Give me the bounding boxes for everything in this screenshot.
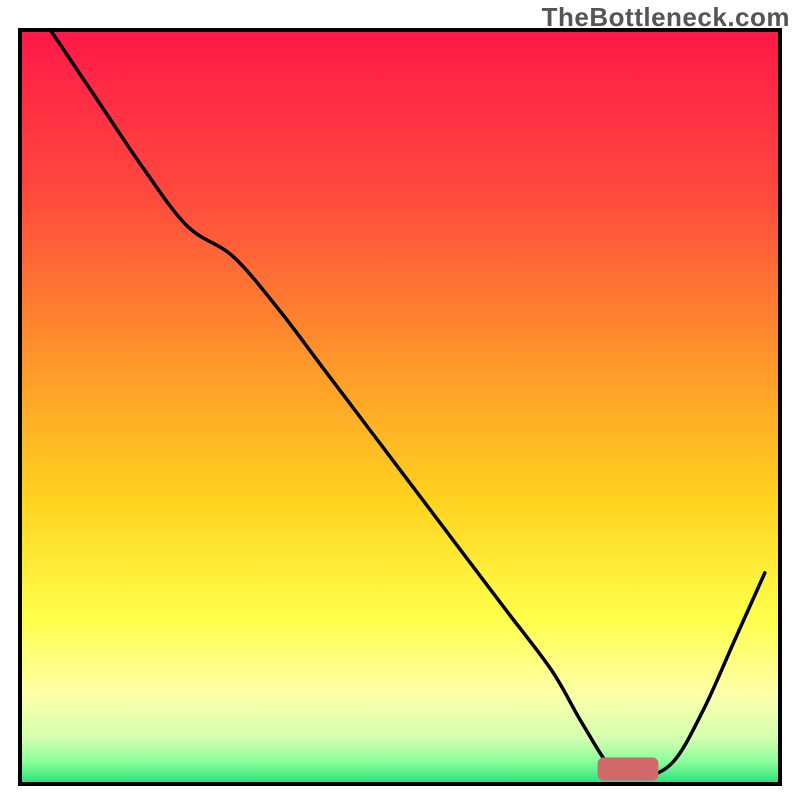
watermark-text: TheBottleneck.com xyxy=(542,2,790,33)
chart-root: TheBottleneck.com xyxy=(0,0,800,800)
plot-background xyxy=(20,30,780,784)
chart-svg xyxy=(0,0,800,800)
optimal-region-marker xyxy=(598,757,659,780)
